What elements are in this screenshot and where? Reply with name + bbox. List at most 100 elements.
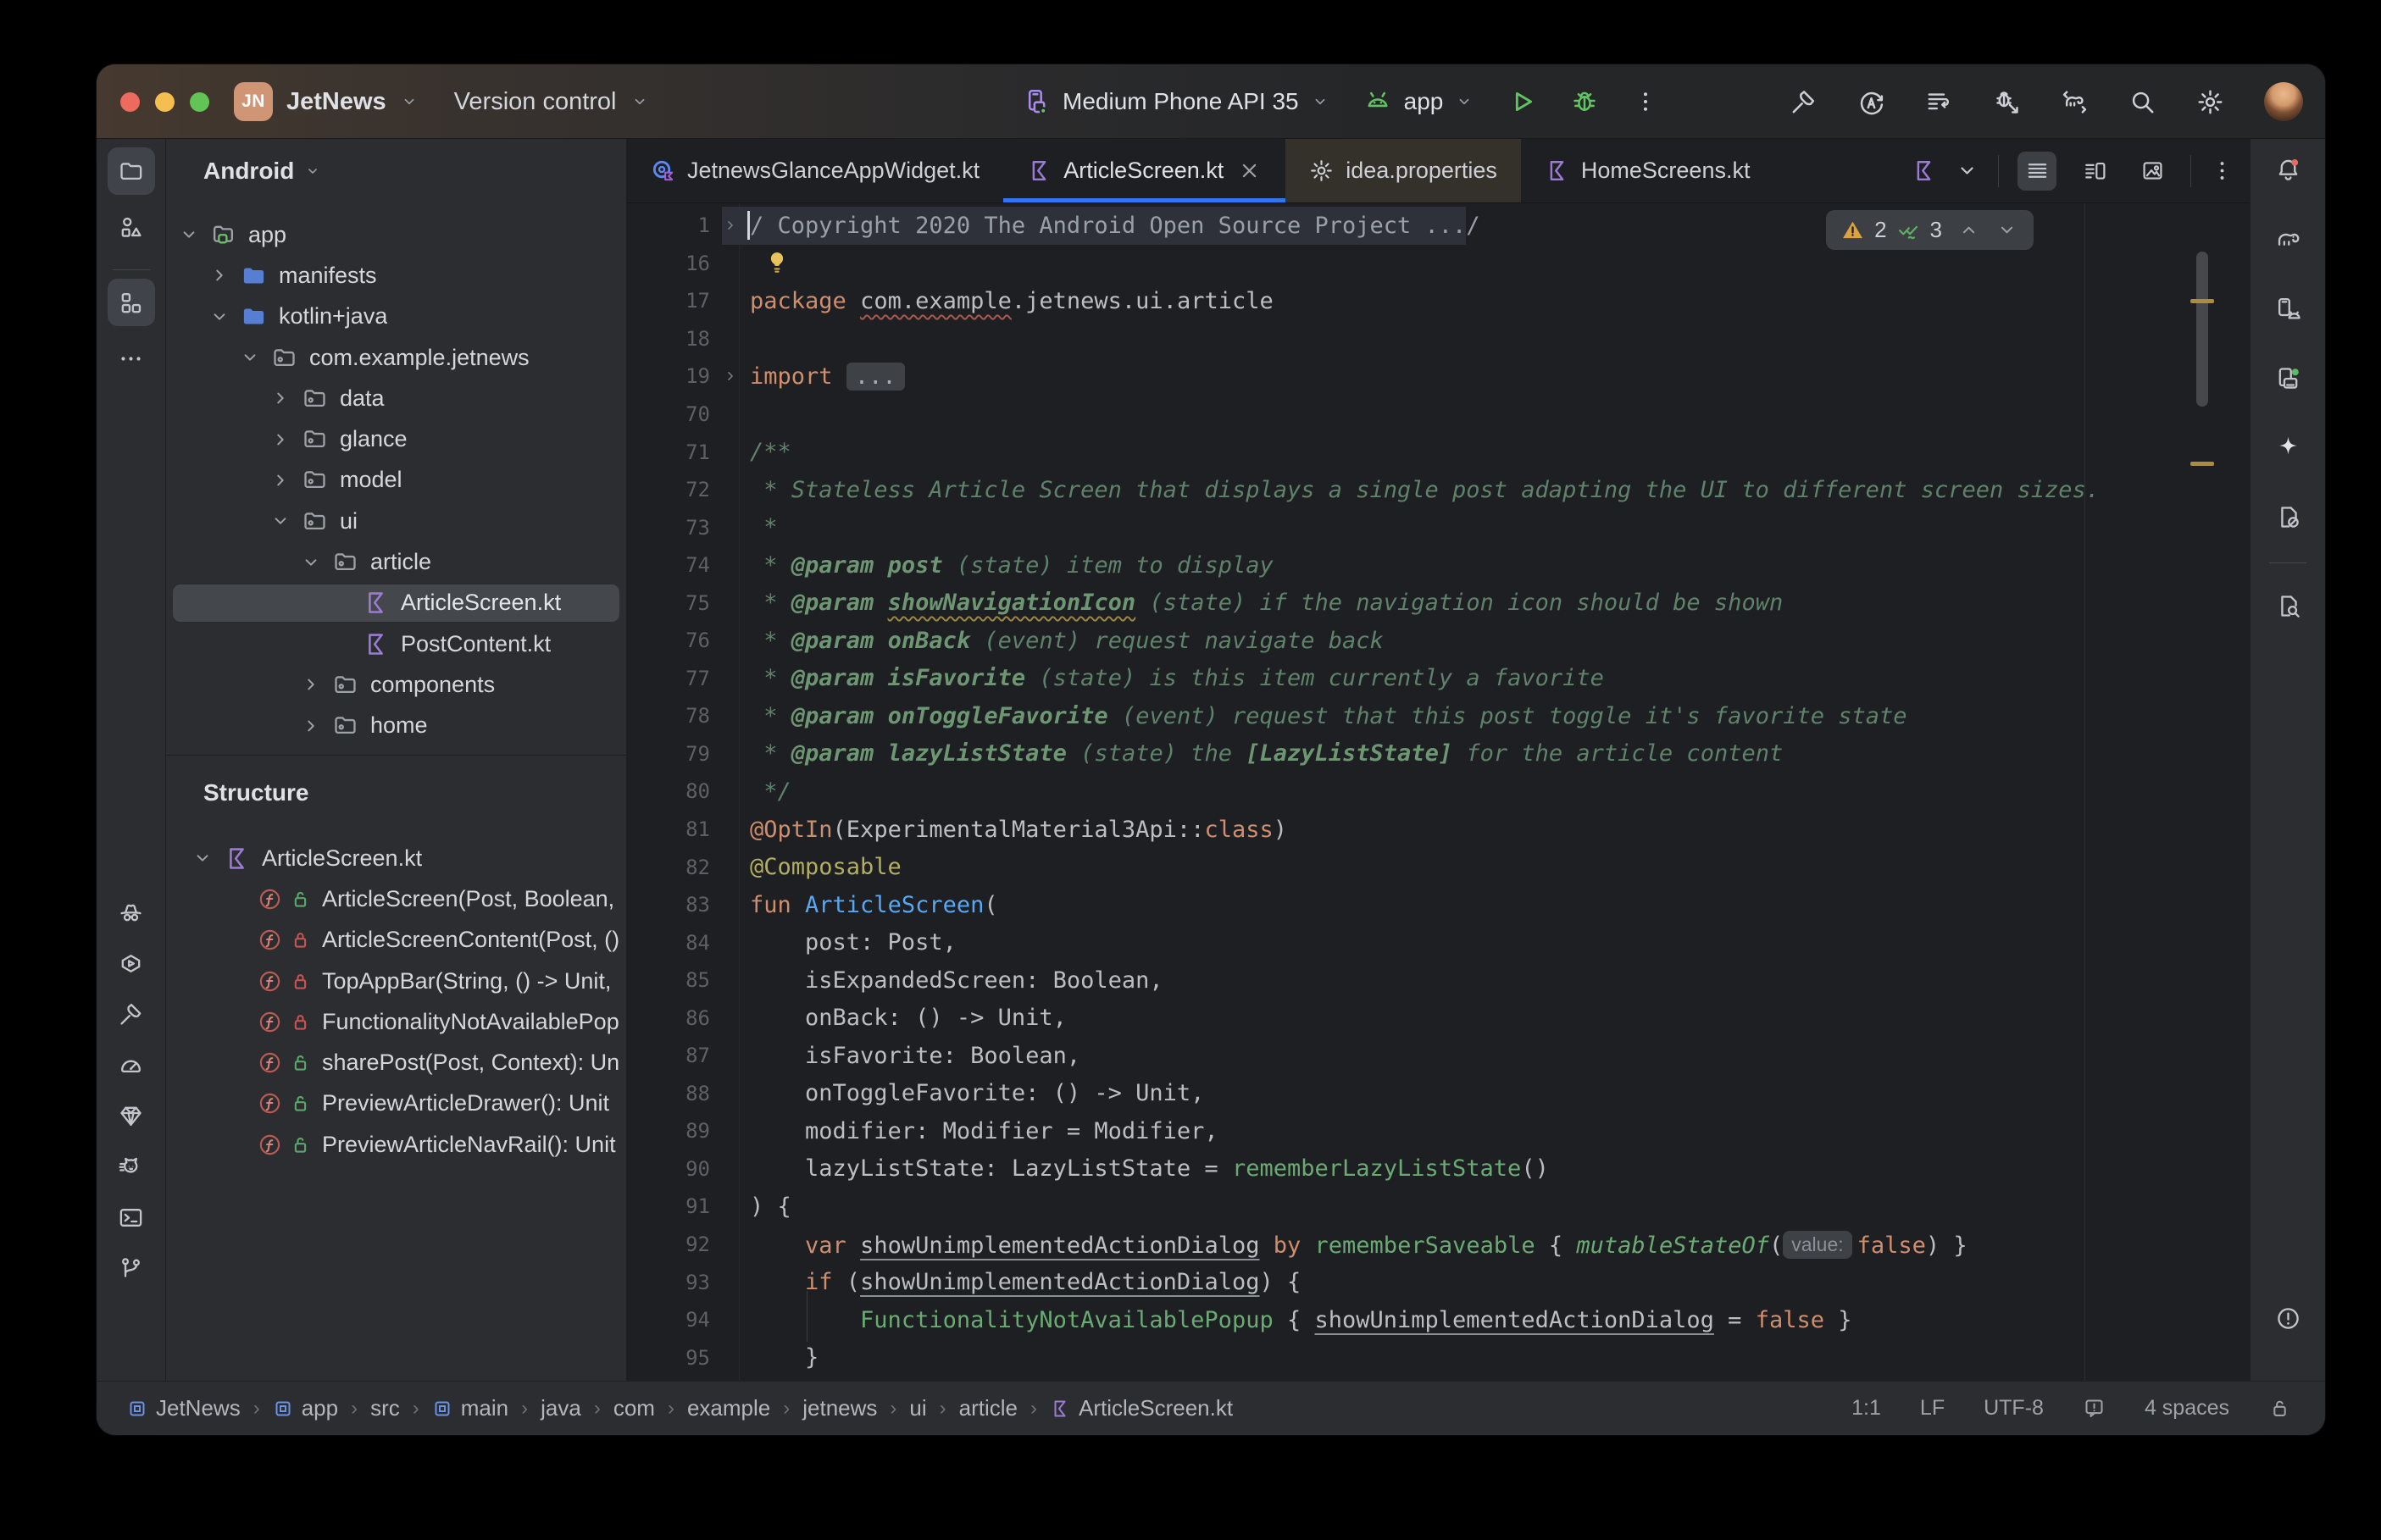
git-branch-tool-button[interactable] (108, 1245, 155, 1291)
code-line[interactable]: 16 (627, 245, 2250, 283)
tree-item[interactable]: ArticleScreen.kt (166, 583, 626, 623)
kotlin-icon[interactable] (1912, 158, 1936, 183)
code-line[interactable]: 88 onToggleFavorite: () -> Unit, (627, 1075, 2250, 1113)
code-line[interactable]: 17package com.example.jetnews.ui.article (627, 282, 2250, 320)
code-line[interactable]: 93 if (showUnimplementedActionDialog) { (627, 1263, 2250, 1301)
status-item[interactable]: LF (1920, 1396, 1945, 1421)
logcat-cat-tool-button[interactable] (108, 1144, 155, 1189)
project-view-selector[interactable]: Android (203, 158, 294, 185)
breadcrumb-item[interactable]: example (687, 1395, 770, 1421)
profiler-gauge-tool-button[interactable] (108, 1042, 155, 1088)
document-link-tool-button[interactable] (2264, 493, 2312, 540)
tree-item[interactable] (166, 746, 626, 756)
code-line[interactable]: 84 post: Post, (627, 923, 2250, 961)
close-icon[interactable] (1237, 158, 1262, 183)
more-tool-button[interactable] (108, 335, 155, 382)
chevron-down-icon[interactable] (191, 847, 214, 869)
feedback-icon[interactable] (2083, 1397, 2106, 1420)
breadcrumb-item[interactable]: ArticleScreen.kt (1050, 1395, 1233, 1421)
debug-attach-icon[interactable] (1993, 88, 2021, 116)
structure-root[interactable]: ArticleScreen.kt (166, 838, 626, 878)
chevron-right-icon[interactable] (269, 469, 291, 491)
chevron-right-icon[interactable] (269, 429, 291, 451)
close-window-button[interactable] (120, 92, 140, 112)
run-configuration-selector[interactable]: app (1363, 87, 1474, 116)
running-devices-tool-button[interactable] (2264, 354, 2312, 402)
code-line[interactable]: 18 (627, 320, 2250, 358)
editor-scrollbar[interactable] (2196, 252, 2208, 407)
previous-problem-button[interactable] (1957, 219, 1980, 241)
warning-stripe-mark[interactable] (2190, 299, 2214, 303)
breadcrumb-item[interactable]: jetnews (802, 1395, 877, 1421)
code-editor[interactable]: 1/ Copyright 2020 The Android Open Sourc… (627, 203, 2250, 1381)
chevron-down-icon[interactable] (178, 224, 200, 246)
tree-item[interactable]: model (166, 460, 626, 501)
breadcrumb-item[interactable]: JetNews (127, 1395, 241, 1421)
code-line[interactable]: 80 */ (627, 773, 2250, 811)
kebab-icon[interactable] (2210, 158, 2234, 183)
vcs-menu[interactable]: Version control (454, 88, 617, 116)
more-actions-button[interactable] (1633, 89, 1658, 114)
code-line[interactable]: 77 * @param isFavorite (state) is this i… (627, 660, 2250, 698)
gemini-sparkle-tool-button[interactable] (2264, 424, 2312, 471)
status-item[interactable]: UTF-8 (1984, 1396, 2044, 1421)
chevron-down-icon[interactable] (300, 551, 322, 573)
run-tasks-icon[interactable] (1925, 88, 1953, 116)
code-line[interactable]: 94 FunctionalityNotAvailablePopup { show… (627, 1301, 2250, 1339)
code-line[interactable]: 78 * @param onToggleFavorite (event) req… (627, 697, 2250, 735)
fold-marker-icon[interactable] (722, 217, 739, 234)
tree-item[interactable]: manifests (166, 255, 626, 296)
structure-item[interactable]: PreviewArticleDrawer(): Unit (166, 1083, 626, 1124)
project-folder-tool-button[interactable] (108, 147, 155, 195)
breadcrumb-item[interactable]: src (370, 1395, 400, 1421)
code-line[interactable]: 92 var showUnimplementedActionDialog by … (627, 1226, 2250, 1264)
chevron-right-icon[interactable] (300, 715, 322, 737)
code-line[interactable]: 90 lazyListState: LazyListState = rememb… (627, 1150, 2250, 1188)
structure-item[interactable]: ArticleScreen(Post, Boolean, (166, 878, 626, 919)
structure-item[interactable]: TopAppBar(String, () -> Unit, (166, 961, 626, 1001)
user-avatar[interactable] (2264, 82, 2303, 121)
hammer-icon[interactable] (1790, 88, 1818, 116)
chevron-down-icon[interactable] (400, 92, 419, 111)
hammer-tool-button[interactable] (108, 991, 155, 1037)
minimize-window-button[interactable] (155, 92, 175, 112)
breadcrumb-item[interactable]: java (541, 1395, 581, 1421)
gradle-sync-icon[interactable] (2061, 88, 2089, 116)
search-icon[interactable] (2128, 88, 2156, 116)
structure-item[interactable]: sharePost(Post, Context): Un (166, 1042, 626, 1083)
hexagon-play-tool-button[interactable] (108, 940, 155, 986)
warning-stripe-mark[interactable] (2190, 462, 2214, 466)
chevron-right-icon[interactable] (300, 673, 322, 695)
code-line[interactable]: 19import ... (627, 357, 2250, 396)
code-line[interactable]: 87 isFavorite: Boolean, (627, 1037, 2250, 1075)
next-problem-button[interactable] (1995, 219, 2018, 241)
chevron-down-icon[interactable] (239, 346, 261, 368)
structure-tool-button[interactable] (108, 279, 155, 326)
maximize-window-button[interactable] (190, 92, 209, 112)
inspection-diamond-tool-button[interactable] (108, 1093, 155, 1138)
editor-tab[interactable]: idea.properties (1285, 139, 1521, 202)
code-line[interactable]: 70 (627, 396, 2250, 434)
code-line[interactable]: 72 * Stateless Article Screen that displ… (627, 471, 2250, 509)
status-item[interactable]: 1:1 (1851, 1396, 1881, 1421)
code-line[interactable]: 89 modifier: Modifier = Modifier, (627, 1112, 2250, 1150)
tree-item[interactable]: glance (166, 418, 626, 459)
code-line[interactable]: 75 * @param showNavigationIcon (state) i… (627, 584, 2250, 622)
resource-manager-tool-button[interactable] (108, 203, 155, 251)
run-button[interactable] (1507, 87, 1536, 116)
code-line[interactable]: 86 onBack: () -> Unit, (627, 999, 2250, 1037)
chevron-right-icon[interactable] (208, 264, 230, 286)
chevron-down-icon[interactable] (208, 306, 230, 328)
chevron-down-icon[interactable] (1955, 158, 1979, 183)
settings-gear-icon[interactable] (2196, 88, 2224, 116)
chevron-right-icon[interactable] (269, 387, 291, 409)
project-name[interactable]: JetNews (286, 88, 386, 116)
problems-tool-button[interactable] (2264, 1294, 2312, 1342)
code-line[interactable]: 95 } (627, 1338, 2250, 1377)
code-line[interactable]: 83fun ArticleScreen( (627, 886, 2250, 924)
breadcrumb-item[interactable]: main (432, 1395, 508, 1421)
gradle-elephant-tool-button[interactable] (2264, 215, 2312, 263)
breadcrumb-item[interactable]: com (613, 1395, 655, 1421)
spy-hat-tool-button[interactable] (108, 889, 155, 935)
intention-bulb-icon[interactable] (763, 249, 791, 276)
